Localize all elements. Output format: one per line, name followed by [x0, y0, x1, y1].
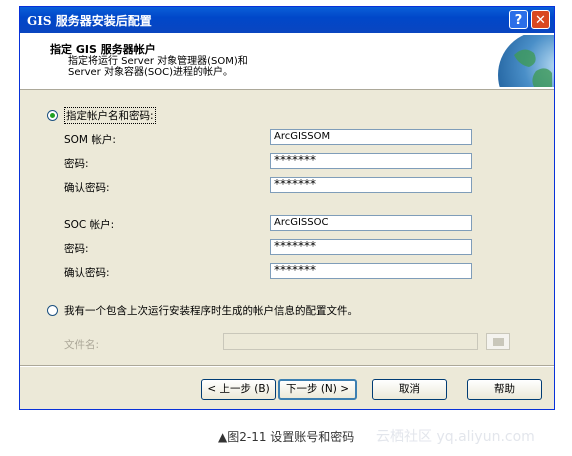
watermark-text: 云栖社区 yq.aliyun.com: [376, 429, 535, 445]
config-file-label[interactable]: 我有一个包含上次运行安装程序时生成的帐户信息的配置文件。: [64, 303, 358, 318]
header-title: 指定 GIS 服务器帐户: [50, 43, 156, 56]
window-title: GIS 服务器安装后配置: [27, 14, 152, 28]
soc-password-label: 密码:: [64, 243, 89, 255]
folder-icon: [493, 338, 504, 346]
button-separator: [20, 365, 554, 367]
soc-confirm-password-label: 确认密码:: [64, 267, 110, 279]
globe-icon: [498, 35, 554, 87]
soc-password-input[interactable]: *******: [270, 239, 472, 255]
som-password-label: 密码:: [64, 158, 89, 170]
som-password-input[interactable]: *******: [270, 153, 472, 169]
header-description: 指定将运行 Server 对象管理器(SOM)和 Server 对象容器(SOC…: [68, 56, 398, 78]
help-button[interactable]: 帮助: [467, 379, 542, 400]
filename-label: 文件名:: [64, 339, 100, 351]
setup-dialog: GIS 服务器安装后配置 ? ✕ 指定 GIS 服务器帐户 指定将运行 Serv…: [19, 6, 555, 410]
figure-caption: ▲图2-11 设置账号和密码: [218, 430, 355, 444]
soc-account-label: SOC 帐户:: [64, 219, 115, 231]
title-bar[interactable]: GIS 服务器安装后配置 ? ✕: [20, 7, 554, 33]
som-account-label: SOM 帐户:: [64, 134, 116, 146]
close-title-button[interactable]: ✕: [531, 10, 550, 29]
som-account-input[interactable]: ArcGISSOM: [270, 129, 472, 145]
som-confirm-password-input[interactable]: *******: [270, 177, 472, 193]
filename-input[interactable]: [223, 333, 478, 350]
browse-button[interactable]: [486, 333, 510, 350]
soc-confirm-password-input[interactable]: *******: [270, 263, 472, 279]
specify-account-label[interactable]: 指定帐户名和密码:: [64, 107, 156, 124]
radio-selected-dot: [50, 113, 55, 118]
header-description-line1: 指定将运行 Server 对象管理器(SOM)和: [68, 56, 248, 67]
wizard-header: 指定 GIS 服务器帐户 指定将运行 Server 对象管理器(SOM)和 Se…: [20, 33, 554, 90]
config-file-radio[interactable]: [47, 305, 58, 316]
soc-account-input[interactable]: ArcGISSOC: [270, 215, 472, 231]
next-button[interactable]: 下一步 (N) >: [278, 379, 357, 400]
header-description-line2: Server 对象容器(SOC)进程的帐户。: [68, 67, 233, 78]
som-confirm-password-label: 确认密码:: [64, 182, 110, 194]
back-button[interactable]: < 上一步 (B): [201, 379, 276, 400]
specify-account-radio[interactable]: [47, 110, 58, 121]
cancel-button[interactable]: 取消: [372, 379, 447, 400]
help-title-button[interactable]: ?: [509, 10, 528, 29]
